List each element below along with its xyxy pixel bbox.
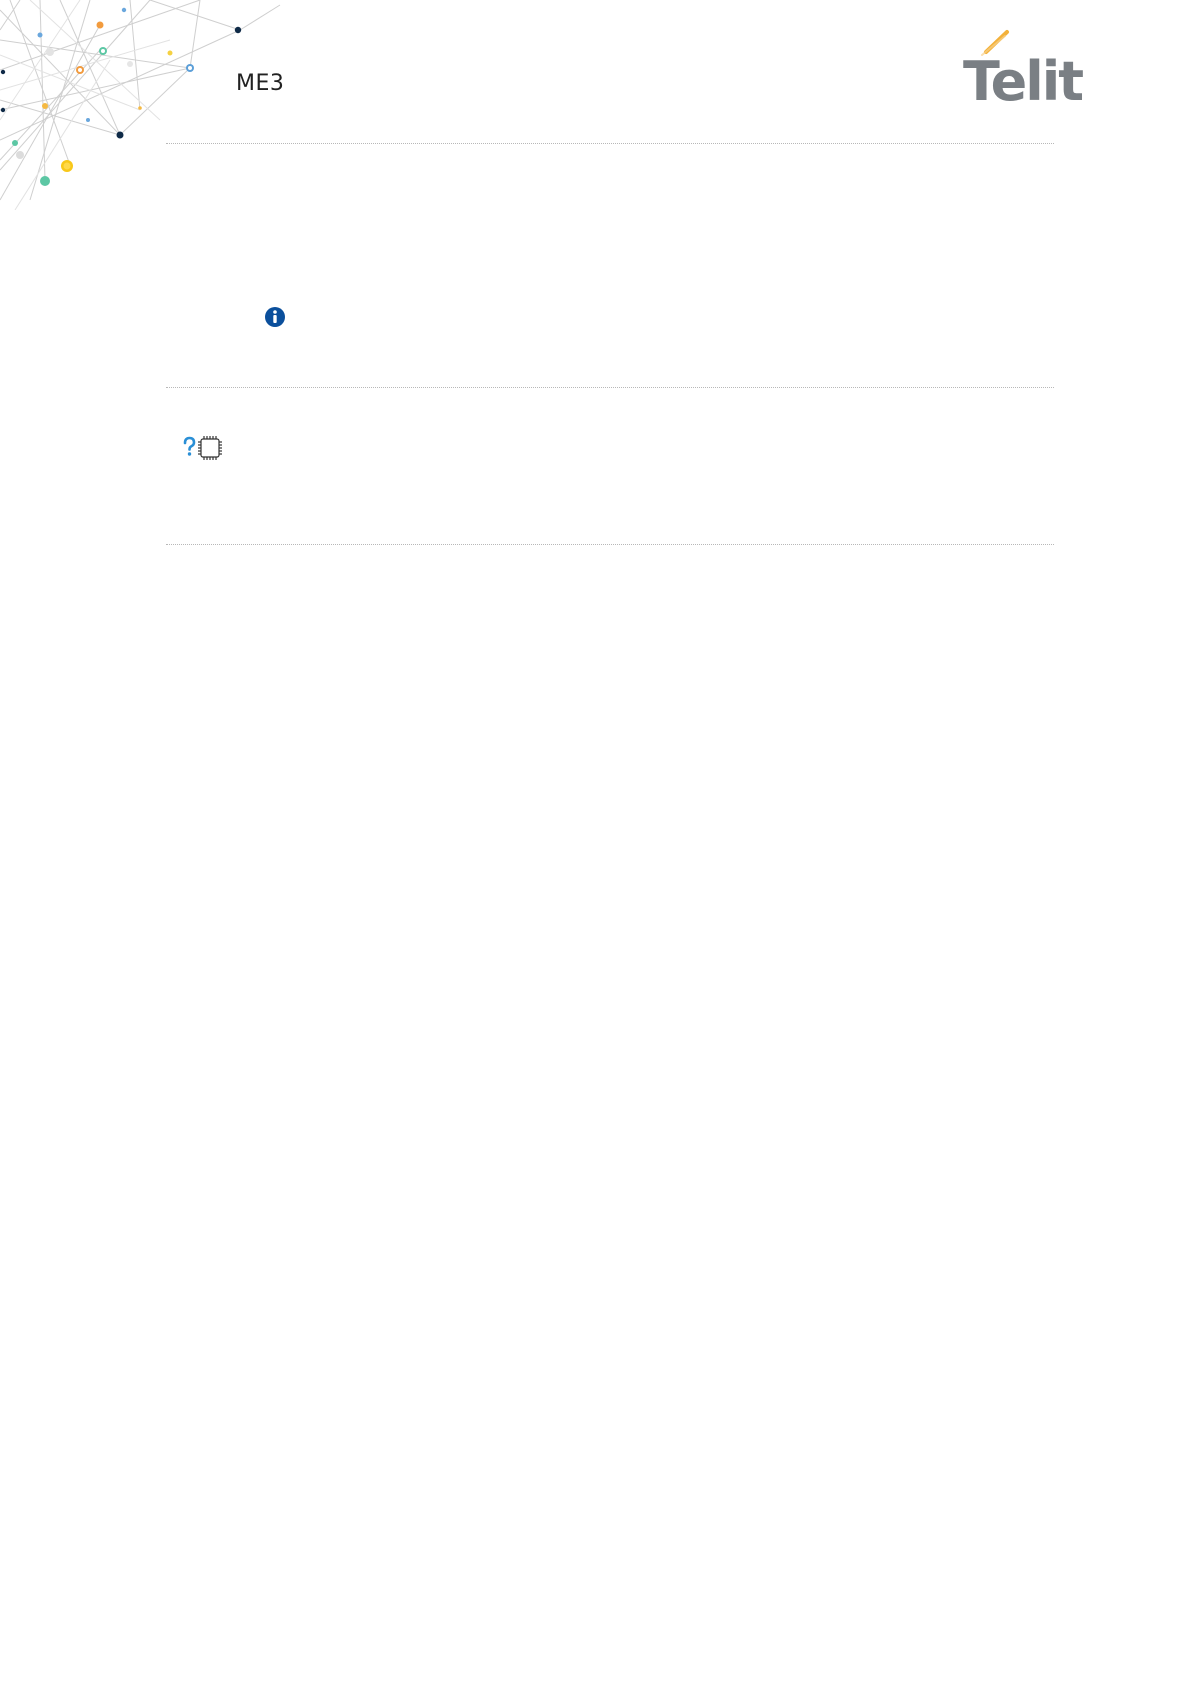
- telit-logo: Telit: [963, 30, 1085, 106]
- network-decoration-graphic: [0, 0, 281, 210]
- section-divider: [166, 387, 1054, 388]
- document-page: ME3 Telit: [0, 0, 1191, 1684]
- section-divider: [166, 544, 1054, 545]
- question-mark-icon: [183, 436, 196, 456]
- header-divider: [166, 143, 1054, 144]
- info-circle-icon: [265, 307, 285, 327]
- chip-icon: [198, 436, 222, 460]
- logo-text: Telit: [963, 50, 1083, 106]
- document-title: ME3: [236, 71, 285, 96]
- question-chip-icon: [183, 436, 222, 460]
